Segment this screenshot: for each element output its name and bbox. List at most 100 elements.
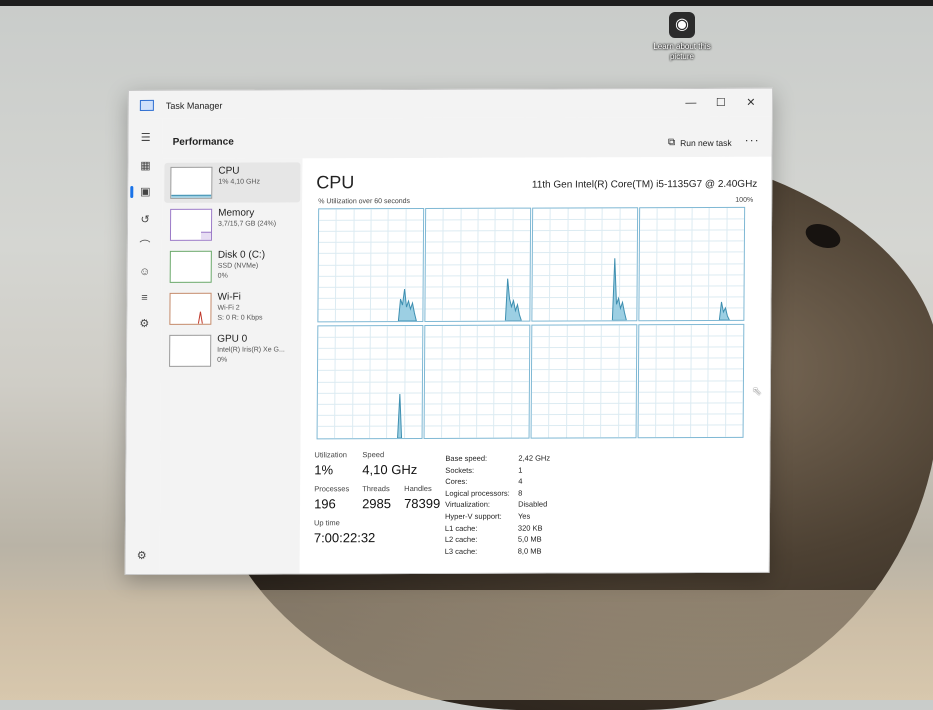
page-title: Performance xyxy=(173,137,234,148)
core-graph-7 xyxy=(638,324,745,438)
core-graph-4-svg xyxy=(318,326,423,438)
spec-key: Base speed: xyxy=(445,454,487,463)
spec-value: 5,0 MB xyxy=(518,535,542,544)
spec-row: Hyper-V support: Yes xyxy=(445,511,605,523)
spec-key: Logical processors: xyxy=(445,488,510,497)
task-manager-app-icon xyxy=(140,100,154,111)
desktop-icon-label: Learn about this picture xyxy=(650,42,714,62)
threads-label: Threads xyxy=(362,484,390,493)
memory-thumbnail xyxy=(170,209,212,241)
device-usage: 0% xyxy=(218,273,228,280)
processes-label: Processes xyxy=(314,484,349,493)
spec-key: Hyper-V support: xyxy=(445,512,502,521)
device-detail: SSD (NVMe) xyxy=(218,263,259,270)
core-graph-2 xyxy=(531,207,638,321)
device-detail: Wi-Fi 2 xyxy=(217,305,239,312)
spec-value: 320 KB xyxy=(518,523,543,532)
device-item-disk[interactable]: Disk 0 (C:) SSD (NVMe) 0% xyxy=(164,246,300,286)
core-graph-4 xyxy=(317,325,424,439)
cpu-heading: CPU xyxy=(316,172,354,193)
performance-icon[interactable]: ▣ xyxy=(128,181,162,203)
title-bar[interactable]: Task Manager — ☐ ✕ xyxy=(129,89,772,119)
hamburger-menu-icon[interactable]: ☰ xyxy=(129,127,163,149)
device-name: Wi-Fi xyxy=(218,292,241,303)
more-options-button[interactable]: ··· xyxy=(745,133,760,147)
spec-key: Sockets: xyxy=(445,465,474,474)
disk-thumbnail xyxy=(170,251,212,283)
spec-value: 8 xyxy=(518,488,522,497)
handles-label: Handles xyxy=(404,484,432,493)
device-throughput: S: 0 R: 0 Kbps xyxy=(217,315,262,322)
spec-value: Disabled xyxy=(518,500,547,509)
run-new-task-label: Run new task xyxy=(680,137,732,147)
camera-icon: ◉ xyxy=(669,12,695,38)
logical-processor-graphs xyxy=(317,207,749,441)
cpu-detail-panel: CPU 11th Gen Intel(R) Core(TM) i5-1135G7… xyxy=(300,157,772,574)
utilization-value: 1% xyxy=(314,462,333,477)
core-graph-2-svg xyxy=(532,208,637,320)
run-new-task-button[interactable]: ⧉ Run new task xyxy=(668,137,732,148)
services-icon[interactable]: ⚙ xyxy=(127,313,161,335)
device-list: CPU 1% 4,10 GHz Memory 3,7/15,7 GB (24%)… xyxy=(160,158,303,574)
uptime-label: Up time xyxy=(314,518,340,527)
processes-icon[interactable]: ▦ xyxy=(128,155,162,177)
device-name: Memory xyxy=(218,208,254,219)
device-name: CPU xyxy=(218,166,239,177)
spec-key: Cores: xyxy=(445,477,467,486)
cpu-specs: Base speed: 2,42 GHz Sockets: 1 Cores: 4 Lo… xyxy=(445,453,606,558)
cpu-stats: Utilization 1% Speed 4,10 GHz Processes … xyxy=(314,450,445,550)
device-item-cpu[interactable]: CPU 1% 4,10 GHz xyxy=(164,162,300,202)
core-graph-7-svg xyxy=(639,325,744,437)
cpu-model: 11th Gen Intel(R) Core(TM) i5-1135G7 @ 2… xyxy=(532,179,757,191)
device-item-gpu[interactable]: GPU 0 Intel(R) Iris(R) Xe G... 0% xyxy=(163,330,299,370)
spec-row: Sockets: 1 xyxy=(445,465,605,477)
spec-value: 2,42 GHz xyxy=(518,454,550,463)
settings-gear-icon[interactable]: ⚙ xyxy=(137,549,147,562)
performance-header: Performance ⧉ Run new task ··· xyxy=(163,117,772,159)
spec-value: 4 xyxy=(518,477,522,486)
wallpaper-sand xyxy=(0,590,933,700)
device-name: GPU 0 xyxy=(217,334,247,345)
core-graph-1-svg xyxy=(425,209,530,321)
spec-key: L2 cache: xyxy=(445,535,478,544)
device-detail: 3,7/15,7 GB (24%) xyxy=(218,220,276,227)
spec-row: Base speed: 2,42 GHz xyxy=(445,453,605,465)
spec-value: 1 xyxy=(518,465,522,474)
learn-about-picture-desktop-icon[interactable]: ◉ Learn about this picture xyxy=(650,12,714,62)
minimize-button[interactable]: — xyxy=(676,93,706,113)
device-usage: 0% xyxy=(217,357,227,364)
app-history-icon[interactable]: ↺ xyxy=(128,209,162,231)
core-graph-5 xyxy=(424,325,531,439)
device-detail: 1% 4,10 GHz xyxy=(218,179,260,186)
core-graph-6-svg xyxy=(532,325,637,437)
device-name: Disk 0 (C:) xyxy=(218,250,265,261)
spec-row: Cores: 4 xyxy=(445,477,605,489)
wifi-spark xyxy=(170,294,210,324)
spec-key: Virtualization: xyxy=(445,500,490,509)
spec-value: 8,0 MB xyxy=(518,546,542,555)
spec-row: Logical processors: 8 xyxy=(445,488,605,500)
wifi-thumbnail xyxy=(169,293,211,325)
spec-row: L2 cache: 5,0 MB xyxy=(445,535,605,547)
core-graph-0-svg xyxy=(318,209,423,321)
startup-apps-icon[interactable]: ⌒ xyxy=(128,235,162,257)
device-item-wifi[interactable]: Wi-Fi Wi-Fi 2 S: 0 R: 0 Kbps xyxy=(163,288,299,328)
device-item-memory[interactable]: Memory 3,7/15,7 GB (24%) xyxy=(164,204,300,244)
window-title: Task Manager xyxy=(166,101,223,111)
spec-row: L3 cache:8,0 MB xyxy=(445,546,605,558)
details-icon[interactable]: ≡ xyxy=(127,287,161,309)
handles-value: 78399 xyxy=(404,496,440,511)
run-task-icon: ⧉ xyxy=(668,137,675,148)
spec-value: Yes xyxy=(518,512,530,521)
processes-value: 196 xyxy=(314,496,336,511)
close-button[interactable]: ✕ xyxy=(736,93,766,113)
core-graph-5-svg xyxy=(425,326,530,438)
maximize-button[interactable]: ☐ xyxy=(706,93,736,113)
users-icon[interactable]: ☺ xyxy=(128,261,162,283)
utilization-label: Utilization xyxy=(314,450,347,459)
speed-value: 4,10 GHz xyxy=(362,462,417,477)
spec-row: Virtualization: Disabled xyxy=(445,500,605,512)
mouse-cursor-icon: ⇖ xyxy=(752,384,762,398)
speed-label: Speed xyxy=(362,450,384,459)
monitor-bezel xyxy=(0,0,933,6)
